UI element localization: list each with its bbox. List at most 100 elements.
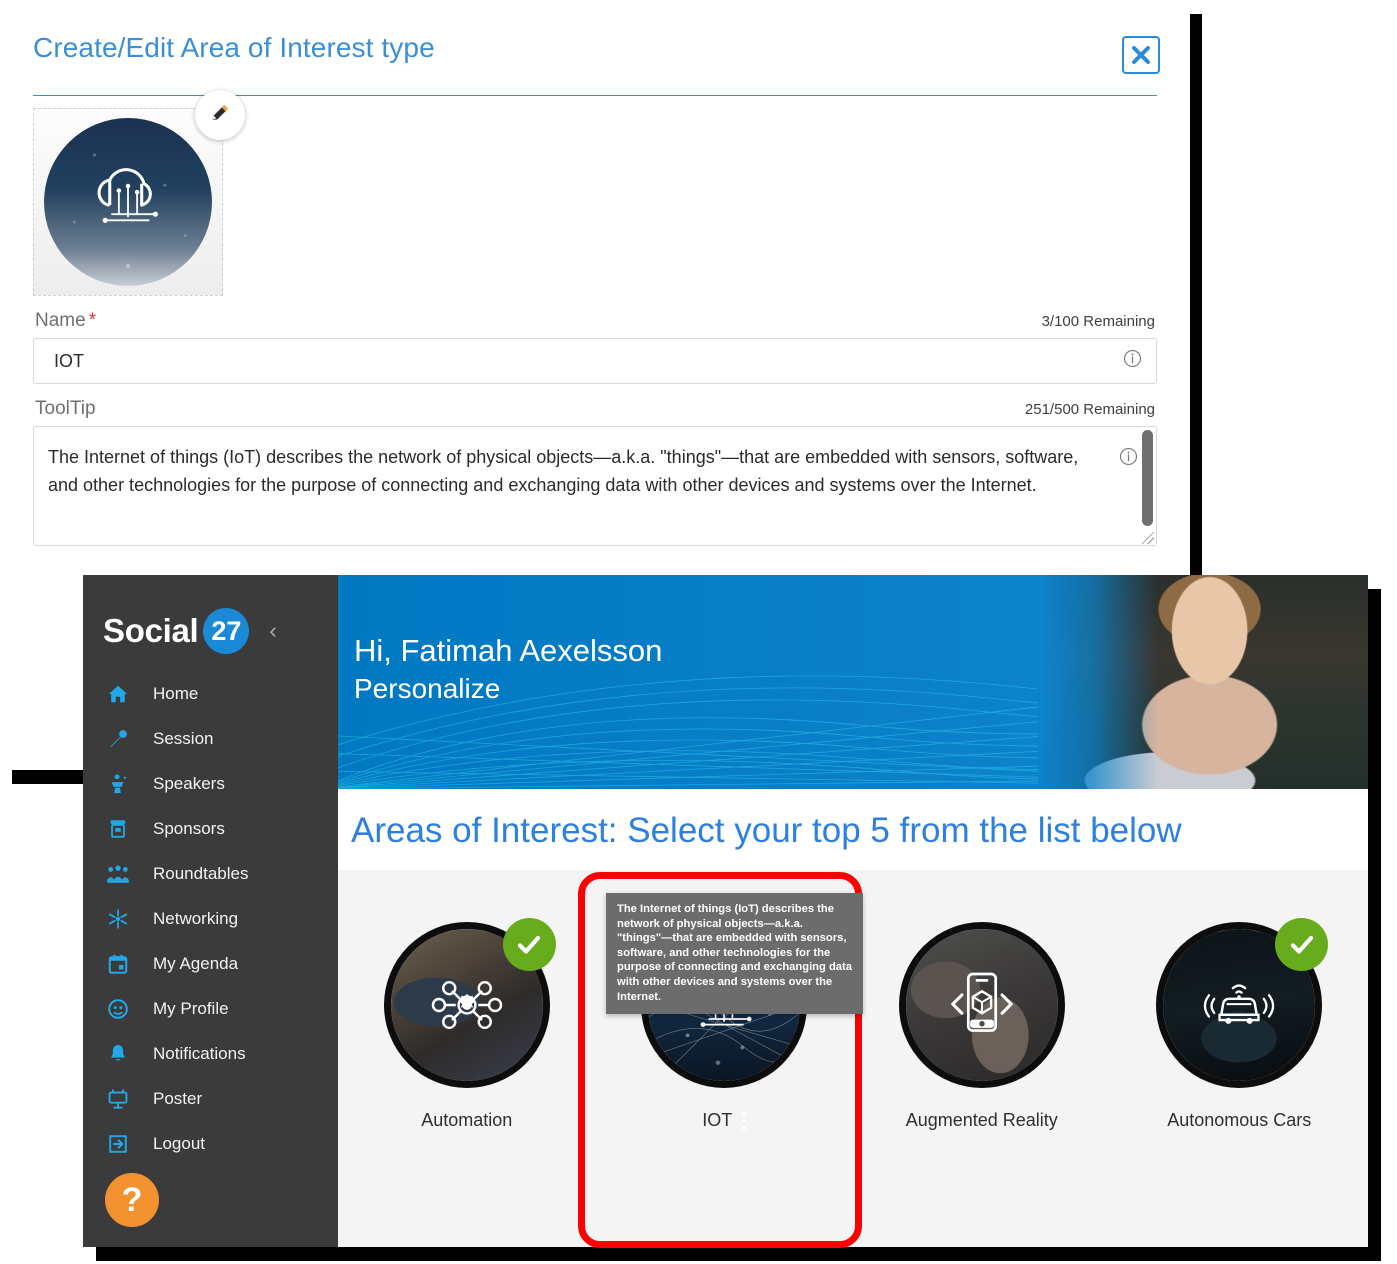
card-circle <box>898 922 1065 1088</box>
sidebar-item-my-agenda[interactable]: My Agenda <box>83 941 338 986</box>
image-uploader-wrapper <box>33 90 245 296</box>
card-label: Augmented Reality <box>906 1110 1058 1131</box>
microphone-icon <box>105 728 131 750</box>
sidebar-item-label: Notifications <box>153 1043 246 1063</box>
name-input-value: IOT <box>54 350 84 371</box>
area-of-interest-avatar <box>44 118 212 286</box>
help-button[interactable]: ? <box>105 1173 159 1227</box>
sidebar-item-session[interactable]: Session <box>83 716 338 761</box>
info-icon[interactable] <box>1119 447 1138 471</box>
screenshot-root: Create/Edit Area of Interest type Name *… <box>0 0 1397 1264</box>
sidebar-item-speakers[interactable]: Speakers <box>83 761 338 806</box>
card-label-text: Automation <box>421 1110 513 1130</box>
sidebar-item-notifications[interactable]: Notifications <box>83 1031 338 1076</box>
sidebar-item-label: My Agenda <box>153 953 239 973</box>
sidebar-item-label: My Profile <box>153 998 229 1018</box>
network-nodes-icon <box>105 908 131 930</box>
name-field-header: Name * 3/100 Remaining <box>33 296 1157 338</box>
close-icon <box>1130 44 1152 66</box>
name-label-text: Name <box>35 310 86 331</box>
sidebar-item-roundtables[interactable]: Roundtables <box>83 851 338 896</box>
people-group-icon <box>105 863 131 885</box>
sidebar-item-home[interactable]: Home <box>83 671 338 716</box>
bell-icon <box>105 1043 131 1065</box>
selected-check-badge <box>502 918 556 971</box>
card-label: IOT <box>702 1110 747 1131</box>
required-asterisk: * <box>88 310 97 331</box>
selected-check-badge <box>1275 918 1329 971</box>
card-label-text: Augmented Reality <box>905 1110 1058 1130</box>
banner-text: Hi, Fatimah Aexelsson Personalize <box>354 633 662 705</box>
card-image-wrap <box>383 918 556 1088</box>
home-icon <box>105 683 131 705</box>
dialog-title: Create/Edit Area of Interest type <box>33 32 435 63</box>
chevron-left-icon[interactable]: ‹ <box>269 620 276 642</box>
name-input[interactable]: IOT <box>33 338 1157 384</box>
sidebar-item-label: Speakers <box>153 773 225 793</box>
sidebar-item-my-profile[interactable]: My Profile <box>83 986 338 1031</box>
kebab-menu-icon[interactable] <box>742 1111 747 1130</box>
tooltip-field-header: ToolTip 251/500 Remaining <box>33 384 1157 426</box>
sidebar-item-label: Home <box>153 683 199 703</box>
sidebar-item-logout[interactable]: Logout <box>83 1121 338 1166</box>
podium-icon <box>105 773 131 795</box>
logout-arrow-icon <box>105 1133 131 1155</box>
card-label-text: IOT <box>702 1110 733 1130</box>
question-mark-icon: ? <box>121 1180 143 1219</box>
pencil-icon <box>208 101 232 130</box>
card-label-text: Autonomous Cars <box>1167 1110 1312 1130</box>
sidebar: Social 27 ‹ Home Session Speakers Sponso… <box>83 575 338 1247</box>
phone-ar-cube-icon <box>950 972 1013 1032</box>
check-icon <box>518 935 541 954</box>
textarea-resize-handle[interactable] <box>1142 532 1154 544</box>
tooltip-char-counter: 251/500 Remaining <box>1024 401 1155 418</box>
image-uploader[interactable] <box>33 108 223 296</box>
card-automation[interactable]: Automation <box>338 918 596 1131</box>
user-circle-icon <box>105 998 131 1020</box>
brand-logo[interactable]: Social 27 ‹ <box>83 603 338 659</box>
name-field-group: Name * 3/100 Remaining IOT <box>33 296 1157 384</box>
greeting-text: Hi, Fatimah Aexelsson <box>354 633 663 668</box>
sidebar-item-networking[interactable]: Networking <box>83 896 338 941</box>
name-label: Name * <box>35 310 96 332</box>
calendar-icon <box>105 953 131 975</box>
brand-badge: 27 <box>203 608 250 654</box>
sidebar-nav: Home Session Speakers Sponsors Roundtabl… <box>83 671 338 1166</box>
tooltip-field-group: ToolTip 251/500 Remaining The Internet o… <box>33 384 1157 546</box>
poster-board-icon <box>105 1088 131 1110</box>
sidebar-item-label: Roundtables <box>153 863 249 883</box>
sidebar-item-poster[interactable]: Poster <box>83 1076 338 1121</box>
card-label: Automation <box>421 1110 512 1131</box>
card-autonomous-cars[interactable]: Autonomous Cars <box>1111 918 1369 1131</box>
tooltip-textarea[interactable]: The Internet of things (IoT) describes t… <box>33 426 1157 546</box>
info-icon[interactable] <box>1123 349 1142 373</box>
close-dialog-button[interactable] <box>1122 36 1160 74</box>
cloud-circuit-icon <box>97 168 158 223</box>
card-image-wrap <box>1156 918 1329 1088</box>
iot-card-tooltip: The Internet of things (IoT) describes t… <box>606 893 863 1015</box>
textarea-scrollbar[interactable] <box>1142 430 1153 526</box>
sidebar-item-sponsors[interactable]: Sponsors <box>83 806 338 851</box>
self-driving-car-icon <box>1204 984 1275 1024</box>
sidebar-item-label: Poster <box>153 1088 203 1108</box>
tooltip-textarea-value: The Internet of things (IoT) describes t… <box>48 447 1079 495</box>
personalize-link[interactable]: Personalize <box>354 673 662 705</box>
page-title: Areas of Interest: Select your top 5 fro… <box>351 811 1182 850</box>
sidebar-item-label: Sponsors <box>153 818 225 838</box>
sidebar-item-label: Session <box>153 728 214 748</box>
card-label: Autonomous Cars <box>1167 1110 1311 1131</box>
welcome-banner: Hi, Fatimah Aexelsson Personalize <box>338 575 1368 789</box>
sidebar-item-label: Logout <box>153 1133 205 1153</box>
automation-network-icon <box>431 980 502 1030</box>
name-char-counter: 3/100 Remaining <box>1041 313 1155 330</box>
edit-image-button[interactable] <box>195 90 245 140</box>
brand-name: Social <box>103 612 199 649</box>
booth-icon <box>105 818 131 840</box>
card-augmented-reality[interactable]: Augmented Reality <box>853 922 1111 1131</box>
dialog-header: Create/Edit Area of Interest type <box>0 0 1190 96</box>
tooltip-label: ToolTip <box>35 398 96 419</box>
banner-photo-woman-at-laptop <box>1038 575 1368 789</box>
card-image-wrap <box>898 922 1065 1088</box>
check-icon <box>1290 935 1313 954</box>
sidebar-item-label: Networking <box>153 908 239 928</box>
